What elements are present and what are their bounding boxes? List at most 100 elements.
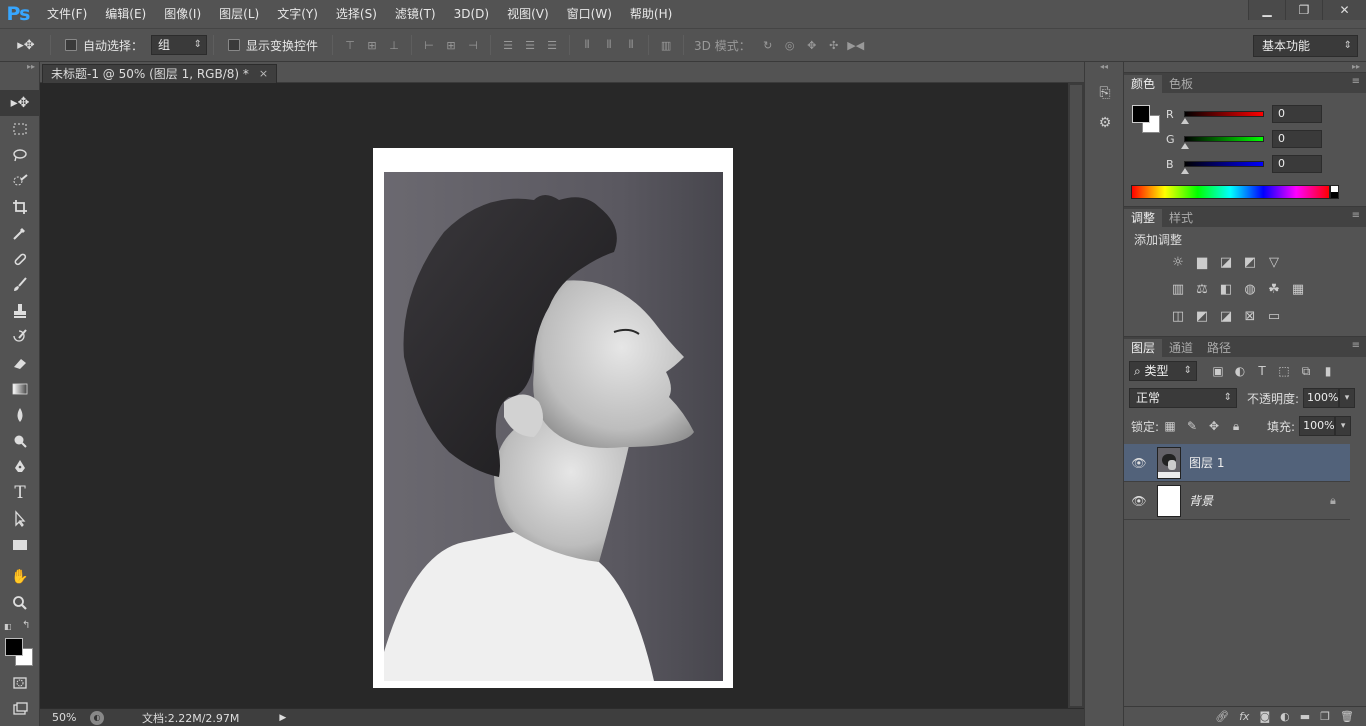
scroll-thumb[interactable] — [1070, 85, 1082, 706]
vertical-scrollbar[interactable] — [1068, 83, 1084, 708]
move-tool-preset-icon[interactable]: ▸✥ — [8, 33, 44, 57]
layer-row[interactable]: 👁︎ 背景 🔒︎ — [1124, 482, 1350, 520]
3d-slide-icon[interactable]: ✣ — [823, 35, 845, 55]
swap-colors-icon[interactable]: ↰ — [22, 620, 30, 631]
healing-brush-tool-icon[interactable] — [0, 246, 40, 272]
slider-thumb[interactable] — [1181, 118, 1189, 124]
distribute-right-icon[interactable]: ⫴ — [620, 35, 642, 55]
zoom-tool-icon[interactable] — [0, 590, 40, 616]
collapse-icon[interactable]: ▸▸ — [0, 62, 39, 72]
selective-color-icon[interactable]: ⊠ — [1240, 307, 1260, 325]
tab-styles[interactable]: 样式 — [1162, 209, 1200, 227]
rectangle-tool-icon[interactable] — [0, 532, 40, 558]
close-button[interactable]: ✕ — [1322, 0, 1366, 20]
hand-tool-icon[interactable]: ✋ — [0, 564, 40, 590]
new-adjustment-layer-icon[interactable]: ◐ — [1280, 710, 1290, 723]
black-white-icon[interactable]: ◧ — [1216, 280, 1236, 298]
fill-dropdown-icon[interactable]: ▾ — [1335, 416, 1352, 436]
align-right-icon[interactable]: ⊣ — [462, 35, 484, 55]
history-panel-icon[interactable]: ⎘ — [1085, 78, 1125, 108]
red-slider[interactable] — [1181, 111, 1264, 124]
menu-help[interactable]: 帮助(H) — [619, 0, 679, 28]
new-group-icon[interactable]: ▬ — [1300, 710, 1310, 723]
auto-align-icon[interactable]: ▥ — [655, 35, 677, 55]
filter-smart-object-icon[interactable]: ⧉ — [1295, 364, 1317, 379]
history-brush-tool-icon[interactable] — [0, 324, 40, 350]
menu-3d[interactable]: 3D(D) — [443, 0, 496, 28]
posterize-icon[interactable]: ◩ — [1192, 307, 1212, 325]
layer-filter-dropdown[interactable]: ⌕ 类型 — [1129, 361, 1197, 381]
panel-menu-icon[interactable]: ≡ — [1352, 76, 1360, 87]
collapse-panels-icon[interactable]: ▸▸ — [1124, 62, 1366, 72]
slider-thumb[interactable] — [1181, 168, 1189, 174]
filter-type-icon[interactable]: T — [1251, 364, 1273, 378]
green-slider[interactable] — [1181, 136, 1264, 149]
color-balance-icon[interactable]: ⚖ — [1192, 280, 1212, 298]
properties-panel-icon[interactable]: ⚙ — [1085, 108, 1125, 138]
layer-row[interactable]: 👁︎ 图层 1 — [1124, 444, 1350, 482]
lock-all-icon[interactable]: 🔒︎ — [1225, 419, 1247, 434]
curves-icon[interactable]: ◪ — [1216, 253, 1236, 271]
menu-file[interactable]: 文件(F) — [36, 0, 94, 28]
layer-name[interactable]: 图层 1 — [1189, 454, 1350, 471]
3d-roll-icon[interactable]: ◎ — [779, 35, 801, 55]
lasso-tool-icon[interactable] — [0, 142, 40, 168]
distribute-bottom-icon[interactable]: ☰ — [541, 35, 563, 55]
distribute-left-icon[interactable]: ⫴ — [576, 35, 598, 55]
layer-name[interactable]: 背景 — [1189, 492, 1330, 509]
filter-pixel-icon[interactable]: ▣ — [1207, 364, 1229, 378]
delete-layer-icon[interactable]: 🗑︎ — [1340, 710, 1354, 723]
menu-image[interactable]: 图像(I) — [153, 0, 208, 28]
hue-saturation-icon[interactable]: ▥ — [1168, 280, 1188, 298]
levels-icon[interactable]: ▆ — [1192, 253, 1212, 271]
screen-mode-icon[interactable] — [0, 696, 40, 722]
portrait-photo-layer[interactable] — [384, 172, 723, 681]
gradient-map-icon[interactable]: ▭ — [1264, 307, 1284, 325]
channel-mixer-icon[interactable]: ☘ — [1264, 280, 1284, 298]
tab-color[interactable]: 颜色 — [1124, 75, 1163, 93]
blue-slider[interactable] — [1181, 161, 1264, 174]
menu-layer[interactable]: 图层(L) — [208, 0, 266, 28]
menu-filter[interactable]: 滤镜(T) — [384, 0, 443, 28]
distribute-hcenter-icon[interactable]: ⫴ — [598, 35, 620, 55]
restore-button[interactable]: ❐ — [1285, 0, 1322, 20]
brightness-icon[interactable]: ☼ — [1168, 253, 1188, 271]
show-transform-checkbox[interactable] — [228, 39, 241, 51]
3d-scale-icon[interactable]: ▶◀ — [845, 35, 867, 55]
menu-edit[interactable]: 编辑(E) — [94, 0, 153, 28]
panel-menu-icon[interactable]: ≡ — [1352, 210, 1360, 221]
filter-toggle-icon[interactable]: ▮ — [1317, 364, 1339, 378]
new-layer-icon[interactable]: ❐ — [1320, 710, 1330, 723]
distribute-top-icon[interactable]: ☰ — [497, 35, 519, 55]
zoom-level[interactable]: 50% — [40, 711, 86, 724]
workspace-dropdown[interactable]: 基本功能 — [1253, 35, 1358, 57]
pen-tool-icon[interactable] — [0, 454, 40, 480]
foreground-color-swatch[interactable] — [5, 638, 23, 656]
eraser-tool-icon[interactable] — [0, 350, 40, 376]
add-mask-icon[interactable]: ◙ — [1259, 710, 1270, 723]
canvas-workspace[interactable] — [40, 83, 1068, 708]
menu-view[interactable]: 视图(V) — [496, 0, 556, 28]
color-spectrum[interactable] — [1131, 185, 1330, 199]
filter-adjustment-icon[interactable]: ◐ — [1229, 364, 1251, 378]
red-value-input[interactable]: 0 — [1272, 105, 1322, 123]
tab-channels[interactable]: 通道 — [1162, 339, 1200, 357]
visibility-eye-icon[interactable]: 👁︎ — [1124, 494, 1154, 508]
black-white-ramp[interactable] — [1330, 185, 1339, 199]
menu-select[interactable]: 选择(S) — [325, 0, 384, 28]
photo-filter-icon[interactable]: ◍ — [1240, 280, 1260, 298]
quick-select-tool-icon[interactable] — [0, 168, 40, 194]
brush-tool-icon[interactable] — [0, 272, 40, 298]
crop-tool-icon[interactable] — [0, 194, 40, 220]
link-layers-icon[interactable]: 🔗︎ — [1215, 710, 1229, 723]
panel-menu-icon[interactable]: ≡ — [1352, 340, 1360, 351]
marquee-tool-icon[interactable] — [0, 116, 40, 142]
menu-window[interactable]: 窗口(W) — [556, 0, 619, 28]
type-tool-icon[interactable]: T — [0, 480, 40, 506]
distribute-vcenter-icon[interactable]: ☰ — [519, 35, 541, 55]
status-menu-icon[interactable]: ▶ — [279, 713, 286, 723]
blur-tool-icon[interactable] — [0, 402, 40, 428]
auto-select-dropdown[interactable]: 组 — [151, 35, 208, 55]
filter-shape-icon[interactable]: ⬚ — [1273, 364, 1295, 378]
foreground-color[interactable] — [1132, 105, 1150, 123]
